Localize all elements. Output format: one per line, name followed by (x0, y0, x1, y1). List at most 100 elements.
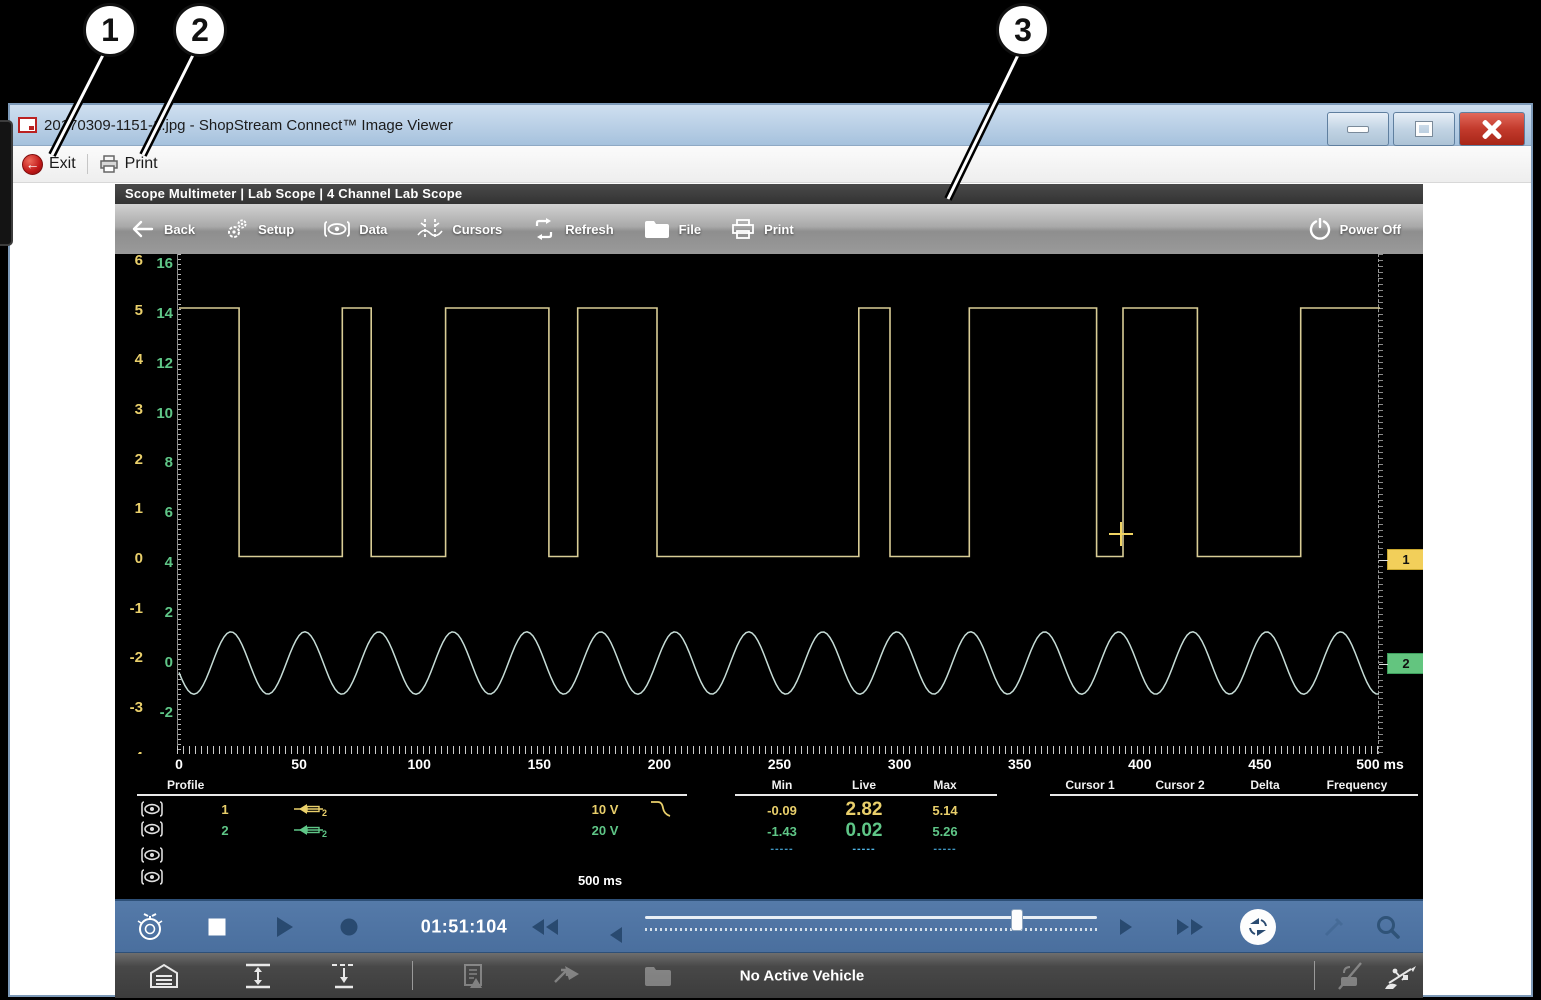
y-axis-label-c1: 2 (115, 451, 143, 468)
back-label: Back (164, 222, 195, 237)
callout-2: 2 (173, 3, 227, 57)
sweep-setting[interactable]: 500 ms (578, 873, 622, 888)
setup-button[interactable]: Setup (225, 218, 294, 240)
y-axis-label-c1: -1 (115, 600, 143, 617)
usb-connection-icon[interactable] (1383, 961, 1417, 991)
timer-icon[interactable] (135, 912, 165, 942)
scope-display[interactable]: 6543210-1-2-3-41614121086420-2 1 2 (115, 254, 1423, 754)
record-button[interactable] (341, 918, 358, 935)
callout-3: 3 (996, 3, 1050, 57)
exit-button[interactable]: ← Exit (22, 154, 76, 175)
channel1-trigger-slope-icon[interactable] (650, 799, 672, 819)
placeholder-max: ----- (933, 843, 956, 855)
window-title: 20170309-1151-1.jpg - ShopStream Connect… (44, 117, 453, 134)
x-axis-label: 300 (888, 756, 911, 772)
snapshot-button[interactable] (1240, 909, 1276, 945)
cursor2-header: Cursor 2 (1155, 778, 1204, 792)
eye-icon (324, 220, 350, 238)
cursor-underline (1050, 794, 1418, 796)
channel2-eye-toggle[interactable] (141, 821, 163, 837)
y-axis-label-c1: 5 (115, 302, 143, 319)
cursor-crosshair[interactable] (1109, 522, 1133, 546)
rewind-button[interactable] (532, 919, 558, 935)
cursors-label: Cursors (452, 222, 502, 237)
x-axis-label: 50 (291, 756, 307, 772)
step-back-button[interactable] (610, 927, 622, 943)
max-header: Max (933, 778, 956, 792)
channel1-eye-toggle[interactable] (141, 801, 163, 817)
y-axis-label-c1: 4 (115, 351, 143, 368)
status-separator (412, 961, 413, 990)
image-viewer-window: 20170309-1151-1.jpg - ShopStream Connect… (8, 103, 1533, 997)
y-axis-label-c2: 6 (145, 504, 173, 521)
collapse-panels-icon[interactable] (329, 963, 359, 989)
frequency-header: Frequency (1327, 778, 1388, 792)
min-header: Min (772, 778, 793, 792)
data-button[interactable]: Data (324, 220, 387, 238)
transfer-icon (553, 964, 581, 988)
home-icon[interactable] (149, 963, 179, 989)
minimize-button[interactable] (1327, 112, 1389, 146)
power-off-label: Power Off (1340, 222, 1401, 237)
refresh-button[interactable]: Refresh (532, 218, 613, 240)
scope-multimeter-image: Scope Multimeter | Lab Scope | 4 Channel… (115, 184, 1423, 999)
scope-breadcrumb: Scope Multimeter | Lab Scope | 4 Channel… (115, 184, 1423, 204)
channel1-square-wave (179, 308, 1380, 557)
zoom-icon[interactable] (1375, 914, 1401, 940)
data-manager-icon (461, 963, 487, 989)
y-axis-label-c2: 2 (145, 604, 173, 621)
playback-toolbar: 01:51:104 (115, 899, 1423, 953)
menu-separator (87, 154, 88, 174)
position-slider[interactable] (645, 901, 1097, 955)
y-axis-label-c1: 0 (115, 550, 143, 567)
file-button[interactable]: File (644, 219, 701, 239)
y-axis-label-c1: 3 (115, 401, 143, 418)
menu-bar: ← Exit Print (10, 146, 1531, 183)
vehicle-status: No Active Vehicle (740, 967, 865, 984)
measurements-panel: Profile Min Live Max Cursor 1 Cursor 2 D… (115, 777, 1423, 899)
fast-forward-button[interactable] (1177, 919, 1203, 935)
print-scope-label: Print (764, 222, 794, 237)
channel3-eye-toggle[interactable] (141, 847, 163, 863)
stop-button[interactable] (209, 918, 226, 935)
back-button[interactable]: Back (131, 220, 195, 238)
channel4-eye-toggle[interactable] (141, 869, 163, 885)
channel2-probe-icon[interactable]: 2 (293, 823, 329, 838)
channel1-scale[interactable]: 10 V (592, 802, 619, 817)
maximize-button[interactable] (1393, 112, 1455, 146)
close-button[interactable] (1459, 112, 1525, 146)
channel2-zero-marker[interactable]: 2 (1387, 653, 1423, 674)
channel2-live: 0.02 (846, 820, 883, 842)
channel1-number: 1 (221, 802, 228, 817)
minimize-icon (1347, 126, 1369, 133)
placeholder-min: ----- (770, 843, 793, 855)
channel2-scale[interactable]: 20 V (592, 823, 619, 838)
channel2-max: 5.26 (932, 824, 957, 839)
callout-1: 1 (83, 3, 137, 57)
step-forward-button[interactable] (1120, 919, 1132, 935)
y-axis-label-c1: 1 (115, 500, 143, 517)
y-axis-label-c1: 6 (115, 254, 143, 269)
printer-icon (99, 155, 119, 173)
print-button[interactable]: Print (99, 155, 158, 173)
setup-label: Setup (258, 222, 294, 237)
exit-label: Exit (49, 155, 76, 173)
expand-panels-icon[interactable] (243, 963, 273, 989)
channel1-probe-icon[interactable]: 2 (293, 802, 329, 817)
y-axis-label-c2: 12 (145, 355, 173, 372)
cursors-button[interactable]: Cursors (417, 218, 502, 240)
slider-handle[interactable] (1011, 909, 1023, 931)
power-off-button[interactable]: Power Off (1309, 218, 1401, 240)
refresh-icon (532, 218, 556, 240)
play-button[interactable] (277, 917, 293, 937)
channel1-zero-marker[interactable]: 1 (1387, 549, 1423, 570)
title-bar[interactable]: 20170309-1151-1.jpg - ShopStream Connect… (10, 105, 1531, 146)
y-axis-label-c2: 14 (145, 305, 173, 322)
status-separator-right (1314, 961, 1315, 990)
x-axis-label: 450 (1248, 756, 1271, 772)
cursor1-header: Cursor 1 (1065, 778, 1114, 792)
side-tab (0, 120, 13, 246)
print-scope-button[interactable]: Print (731, 219, 794, 239)
placeholder-live: ----- (852, 843, 875, 855)
x-axis-label: 200 (648, 756, 671, 772)
